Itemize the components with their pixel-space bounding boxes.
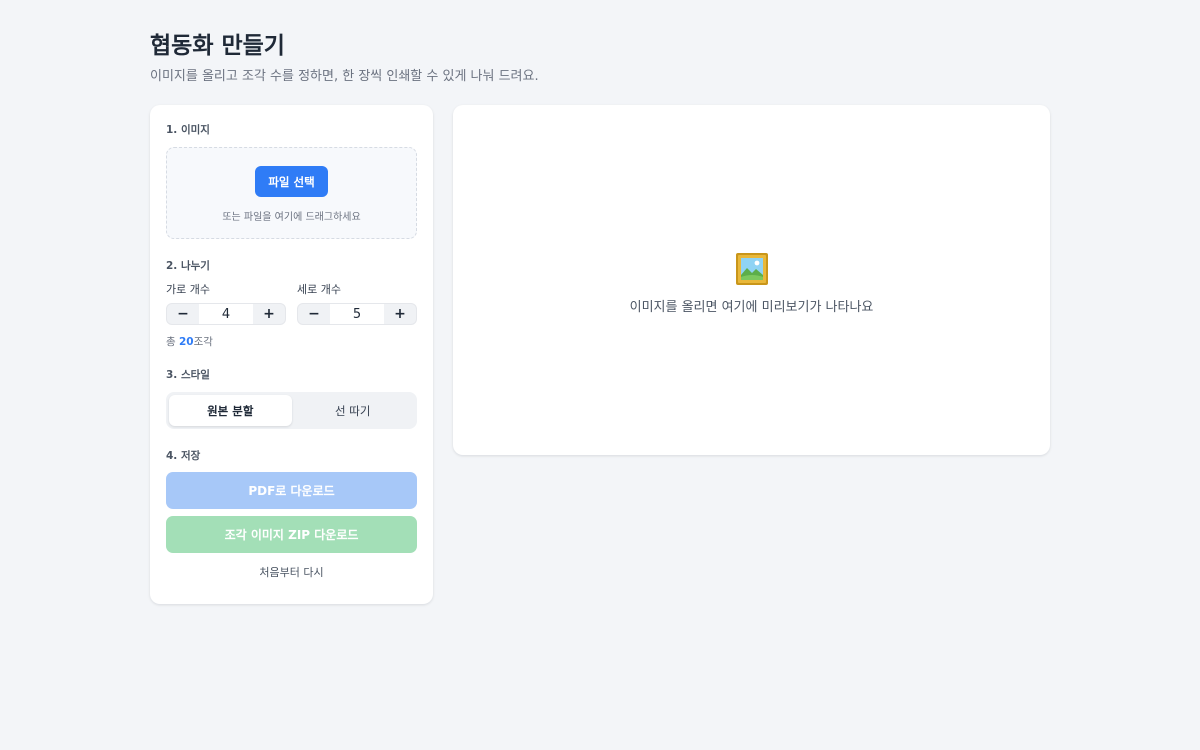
columns-label: 가로 개수: [166, 283, 210, 296]
total-pieces: 총 20조각: [166, 334, 417, 349]
rows-stepper: − +: [297, 303, 417, 325]
split-section: 2. 나누기 가로 개수 − + 세로 개수 − +: [166, 259, 417, 349]
rows-increment-button[interactable]: +: [384, 304, 416, 324]
reset-button[interactable]: 처음부터 다시: [166, 566, 417, 580]
page-title: 협동화 만들기: [150, 33, 285, 59]
style-option-original[interactable]: 원본 분할: [169, 395, 292, 426]
preview-placeholder: 이미지를 올리면 여기에 미리보기가 나타나요: [453, 252, 1050, 317]
save-section: 4. 저장 PDF로 다운로드 조각 이미지 ZIP 다운로드 처음부터 다시: [166, 449, 417, 580]
control-panel: 1. 이미지 파일 선택 또는 파일을 여기에 드래그하세요 2. 나누기 가로…: [150, 105, 433, 604]
file-dropzone[interactable]: 파일 선택 또는 파일을 여기에 드래그하세요: [166, 147, 417, 239]
style-option-outline[interactable]: 선 따기: [292, 395, 415, 426]
image-section: 1. 이미지 파일 선택 또는 파일을 여기에 드래그하세요: [166, 123, 417, 239]
columns-increment-button[interactable]: +: [253, 304, 285, 324]
columns-input[interactable]: [199, 304, 253, 324]
columns-group: 가로 개수 − +: [166, 283, 286, 325]
rows-group: 세로 개수 − +: [297, 283, 417, 325]
rows-label: 세로 개수: [297, 283, 341, 296]
zip-download-button[interactable]: 조각 이미지 ZIP 다운로드: [166, 516, 417, 553]
page-subtitle: 이미지를 올리고 조각 수를 정하면, 한 장씩 인쇄할 수 있게 나눠 드려요…: [150, 69, 539, 84]
style-toggle: 원본 분할 선 따기: [166, 392, 417, 429]
rows-input[interactable]: [330, 304, 384, 324]
style-section-label: 3. 스타일: [166, 369, 210, 381]
pdf-download-button[interactable]: PDF로 다운로드: [166, 472, 417, 509]
columns-decrement-button[interactable]: −: [167, 304, 199, 324]
rows-decrement-button[interactable]: −: [298, 304, 330, 324]
file-select-button[interactable]: 파일 선택: [255, 166, 328, 197]
framed-picture-icon: [735, 253, 768, 285]
drop-hint: 또는 파일을 여기에 드래그하세요: [222, 212, 361, 223]
app-page: 협동화 만들기 이미지를 올리고 조각 수를 정하면, 한 장씩 인쇄할 수 있…: [0, 0, 1200, 750]
columns-stepper: − +: [166, 303, 286, 325]
total-count: 20: [179, 336, 194, 348]
split-section-label: 2. 나누기: [166, 260, 210, 272]
preview-panel: 이미지를 올리면 여기에 미리보기가 나타나요: [453, 105, 1050, 455]
preview-hint: 이미지를 올리면 여기에 미리보기가 나타나요: [629, 300, 874, 315]
total-prefix: 총: [166, 336, 179, 348]
total-suffix: 조각: [193, 336, 213, 348]
image-section-label: 1. 이미지: [166, 124, 210, 136]
stepper-row: 가로 개수 − + 세로 개수 − +: [166, 283, 417, 325]
save-section-label: 4. 저장: [166, 450, 201, 462]
style-section: 3. 스타일 원본 분할 선 따기: [166, 368, 417, 429]
page-header: 협동화 만들기 이미지를 올리고 조각 수를 정하면, 한 장씩 인쇄할 수 있…: [150, 30, 539, 86]
